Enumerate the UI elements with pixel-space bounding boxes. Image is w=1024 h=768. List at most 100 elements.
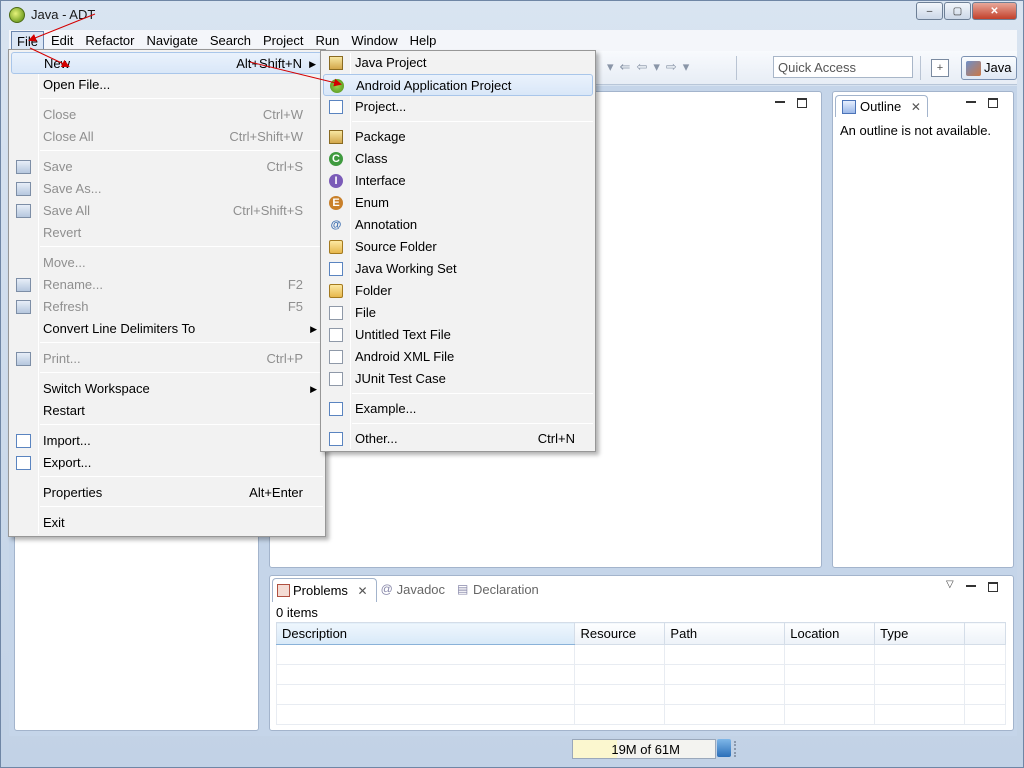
column-type[interactable]: Type xyxy=(874,622,966,645)
minimize-button[interactable]: – xyxy=(916,2,943,20)
annotation-icon: @ xyxy=(330,219,342,231)
maximize-button[interactable]: ▢ xyxy=(944,2,971,20)
menu-item-close[interactable]: Close Ctrl+W xyxy=(11,104,323,126)
items-count: 0 items xyxy=(276,605,318,620)
menu-help[interactable]: Help xyxy=(405,31,442,50)
menu-separator xyxy=(40,424,323,425)
menu-item-java-project[interactable]: Java Project xyxy=(323,52,593,74)
column-location[interactable]: Location xyxy=(784,622,876,645)
menu-edit[interactable]: Edit xyxy=(46,31,78,50)
menu-item-print[interactable]: Print... Ctrl+P xyxy=(11,348,323,370)
menu-item-export[interactable]: Export... xyxy=(11,452,323,474)
menu-item-label: Open File... xyxy=(43,77,111,92)
menu-item-properties[interactable]: Properties Alt+Enter xyxy=(11,482,323,504)
close-tab-icon[interactable]: ✕ xyxy=(911,100,921,114)
menu-search[interactable]: Search xyxy=(205,31,256,50)
javadoc-icon: @ xyxy=(380,582,393,596)
menu-item-enum[interactable]: E Enum xyxy=(323,192,593,214)
close-tab-icon[interactable]: ✕ xyxy=(358,584,368,598)
tab-problems[interactable]: Problems ✕ xyxy=(272,578,377,602)
outline-icon xyxy=(842,100,856,114)
menu-item-interface[interactable]: I Interface xyxy=(323,170,593,192)
folder-icon xyxy=(329,284,343,298)
menu-project[interactable]: Project xyxy=(258,31,308,50)
menu-item-label: Rename... xyxy=(43,277,103,292)
trash-icon[interactable] xyxy=(717,739,731,757)
menu-item-example[interactable]: Example... xyxy=(323,398,593,420)
menu-item-junit-test-case[interactable]: JUnit Test Case xyxy=(323,368,593,390)
menu-item-convert-line-delimiters[interactable]: Convert Line Delimiters To ▶ xyxy=(11,318,323,340)
quick-access-input[interactable]: Quick Access xyxy=(773,56,913,78)
tab-javadoc[interactable]: @ Javadoc xyxy=(377,578,453,602)
menu-item-accel: Ctrl+Shift+S xyxy=(232,203,303,218)
back-icon[interactable]: ⇦ xyxy=(636,59,647,75)
last-edit-icon[interactable]: ⇐ xyxy=(620,59,631,75)
menu-item-exit[interactable]: Exit xyxy=(11,512,323,534)
menu-item-open-file[interactable]: Open File... xyxy=(11,74,323,96)
column-resource[interactable]: Resource xyxy=(574,622,666,645)
maximize-icon[interactable] xyxy=(988,98,998,108)
menu-item-refresh[interactable]: Refresh F5 xyxy=(11,296,323,318)
open-perspective-icon[interactable]: + xyxy=(931,59,949,77)
column-path[interactable]: Path xyxy=(664,622,786,645)
menu-navigate[interactable]: Navigate xyxy=(142,31,203,50)
menu-item-restart[interactable]: Restart xyxy=(11,400,323,422)
back-dropdown-icon[interactable]: ▾ xyxy=(653,59,660,75)
menu-separator xyxy=(40,476,323,477)
menu-item-revert[interactable]: Revert xyxy=(11,222,323,244)
menu-item-save-as[interactable]: Save As... xyxy=(11,178,323,200)
menu-item-java-working-set[interactable]: Java Working Set xyxy=(323,258,593,280)
menu-item-switch-workspace[interactable]: Switch Workspace ▶ xyxy=(11,378,323,400)
menu-run[interactable]: Run xyxy=(310,31,344,50)
minimize-icon[interactable] xyxy=(966,585,976,587)
save-all-icon xyxy=(16,204,31,218)
menu-item-save[interactable]: Save Ctrl+S xyxy=(11,156,323,178)
example-icon xyxy=(329,402,343,416)
menu-item-class[interactable]: C Class xyxy=(323,148,593,170)
menu-item-close-all[interactable]: Close All Ctrl+Shift+W xyxy=(11,126,323,148)
outline-tab-label: Outline xyxy=(860,99,902,114)
maximize-icon[interactable] xyxy=(797,98,807,108)
menu-item-android-application-project[interactable]: Android Application Project xyxy=(323,74,593,96)
forward-icon[interactable]: ⇨ xyxy=(666,59,677,75)
menu-item-move[interactable]: Move... xyxy=(11,252,323,274)
menu-item-accel: Alt+Shift+N xyxy=(236,56,302,71)
menu-item-label: Package xyxy=(355,129,406,144)
menu-item-android-xml-file[interactable]: Android XML File xyxy=(323,346,593,368)
heap-status[interactable]: 19M of 61M xyxy=(572,739,716,759)
tab-declaration[interactable]: ▤ Declaration xyxy=(453,578,547,602)
menu-item-label: Move... xyxy=(43,255,86,270)
close-button[interactable]: ✕ xyxy=(972,2,1017,20)
menu-item-label: Switch Workspace xyxy=(43,381,150,396)
menu-file[interactable]: File xyxy=(11,31,44,50)
menu-refactor[interactable]: Refactor xyxy=(80,31,139,50)
view-menu-icon[interactable]: ▽ xyxy=(946,579,954,590)
menu-item-source-folder[interactable]: Source Folder xyxy=(323,236,593,258)
maximize-icon[interactable] xyxy=(988,582,998,592)
menu-item-import[interactable]: Import... xyxy=(11,430,323,452)
forward-dropdown-icon[interactable]: ▾ xyxy=(683,59,690,75)
java-perspective-button[interactable]: Java xyxy=(961,56,1017,80)
menu-item-label: Close All xyxy=(43,129,94,144)
menu-item-project[interactable]: Project... xyxy=(323,96,593,118)
menu-item-file[interactable]: File xyxy=(323,302,593,324)
table-row xyxy=(275,704,1006,725)
menu-item-folder[interactable]: Folder xyxy=(323,280,593,302)
java-perspective-icon xyxy=(966,61,981,76)
menu-window[interactable]: Window xyxy=(346,31,402,50)
menu-item-package[interactable]: Package xyxy=(323,126,593,148)
menu-item-save-all[interactable]: Save All Ctrl+Shift+S xyxy=(11,200,323,222)
menu-item-other[interactable]: Other... Ctrl+N xyxy=(323,428,593,450)
minimize-icon[interactable] xyxy=(775,101,785,103)
source-folder-icon xyxy=(329,240,343,254)
minimize-icon[interactable] xyxy=(966,101,976,103)
column-description[interactable]: Description xyxy=(275,622,576,645)
tab-outline[interactable]: Outline ✕ xyxy=(835,95,928,117)
dropdown-arrow-icon[interactable]: ▾ xyxy=(607,59,614,75)
menu-item-rename[interactable]: Rename... F2 xyxy=(11,274,323,296)
menu-item-label: Other... xyxy=(355,431,398,446)
menu-item-new[interactable]: New Alt+Shift+N ▶ xyxy=(11,52,323,74)
project-icon xyxy=(329,100,343,114)
menu-item-annotation[interactable]: @ Annotation xyxy=(323,214,593,236)
menu-item-untitled-text-file[interactable]: Untitled Text File xyxy=(323,324,593,346)
